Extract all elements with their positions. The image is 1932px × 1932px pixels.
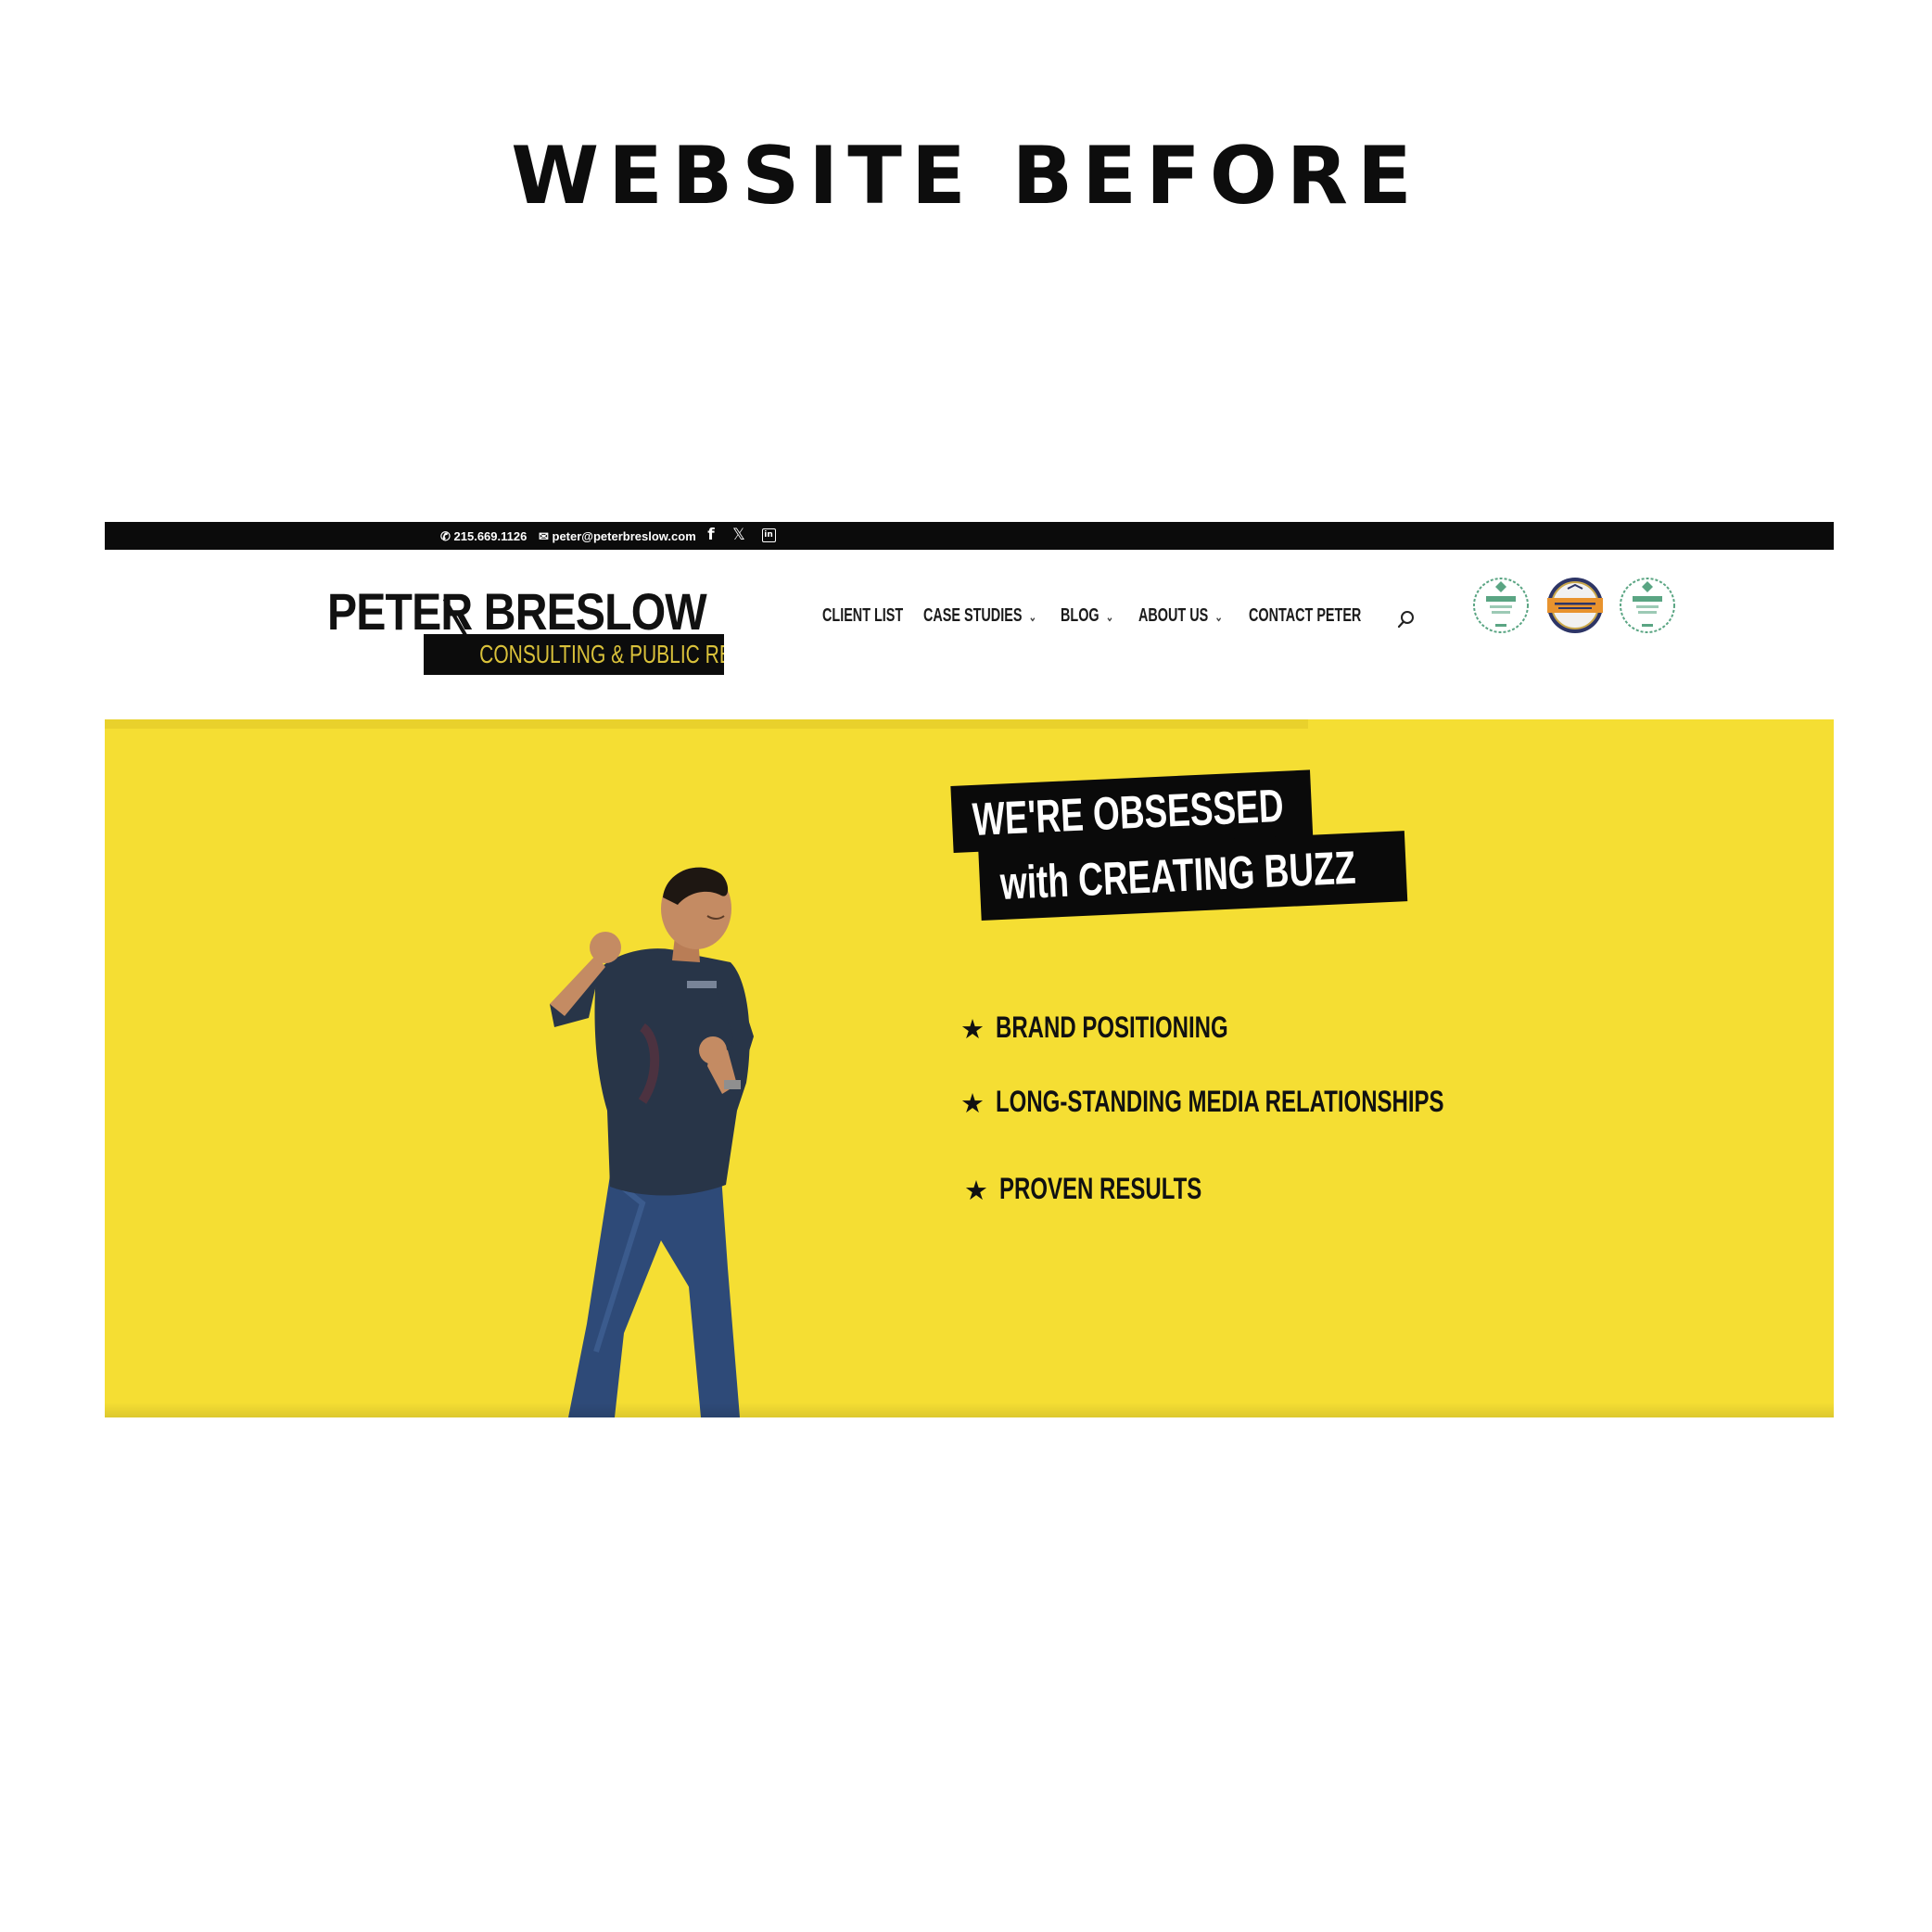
chevron-down-icon: ⌄ [1214,609,1223,624]
nav-item-blog[interactable]: BLOG ⌄ [1061,605,1113,627]
facebook-icon[interactable]: f [704,526,718,544]
logo-tagline-bar: CONSULTING & PUBLIC RELATIONS [424,634,724,675]
star-icon: ★ [960,1087,985,1119]
award-badges [1471,576,1694,641]
logo-tagline: CONSULTING & PUBLIC RELATIONS [479,640,724,668]
phone-link[interactable]: ✆ 215.669.1126 [440,529,527,544]
hero-top-strip [105,719,1308,729]
boxing-man-photo [550,867,754,1417]
expertise-badge [1473,578,1529,633]
nav-item-about-us[interactable]: ABOUT US ⌄ [1138,605,1223,627]
email-link[interactable]: ✉ peter@peterbreslow.com [539,529,696,544]
headline-line-2: with CREATING BUZZ [998,841,1357,909]
hero-banner: WE'RE OBSESSED with CREATING BUZZ ★ BRAN… [105,719,1834,1417]
phone-number: 215.669.1126 [453,529,527,543]
nav-item-case-studies[interactable]: CASE STUDIES ⌄ [923,605,1036,627]
logo-name: PETER BRESLOW [327,582,707,641]
hero-bottom-shadow [105,1403,1834,1417]
star-icon: ★ [964,1175,988,1206]
nav-item-contact-peter[interactable]: CONTACT PETER [1249,605,1361,627]
search-icon[interactable] [1396,609,1417,629]
chevron-down-icon: ⌄ [1105,609,1114,624]
page-heading: WEBSITE BEFORE [511,130,1421,222]
star-icon: ★ [960,1013,985,1045]
chevron-down-icon: ⌄ [1028,609,1037,624]
website-screenshot: ✆ 215.669.1126 ✉ peter@peterbreslow.com … [105,522,1834,1417]
x-icon[interactable]: 𝕏 [731,526,746,544]
site-header: PETER BRESLOW CONSULTING & PUBLIC RELATI… [105,550,1834,719]
site-logo[interactable]: PETER BRESLOW CONSULTING & PUBLIC RELATI… [327,581,724,680]
linkedin-icon[interactable]: in [761,527,776,543]
nav-item-client-list[interactable]: CLIENT LIST [822,605,903,627]
expertise-badge [1620,578,1675,633]
email-address: peter@peterbreslow.com [552,529,696,543]
headline-line-1: WE'RE OBSESSED [971,779,1285,845]
top-bar: ✆ 215.669.1126 ✉ peter@peterbreslow.com … [105,522,1834,550]
award-badge [1547,578,1603,633]
